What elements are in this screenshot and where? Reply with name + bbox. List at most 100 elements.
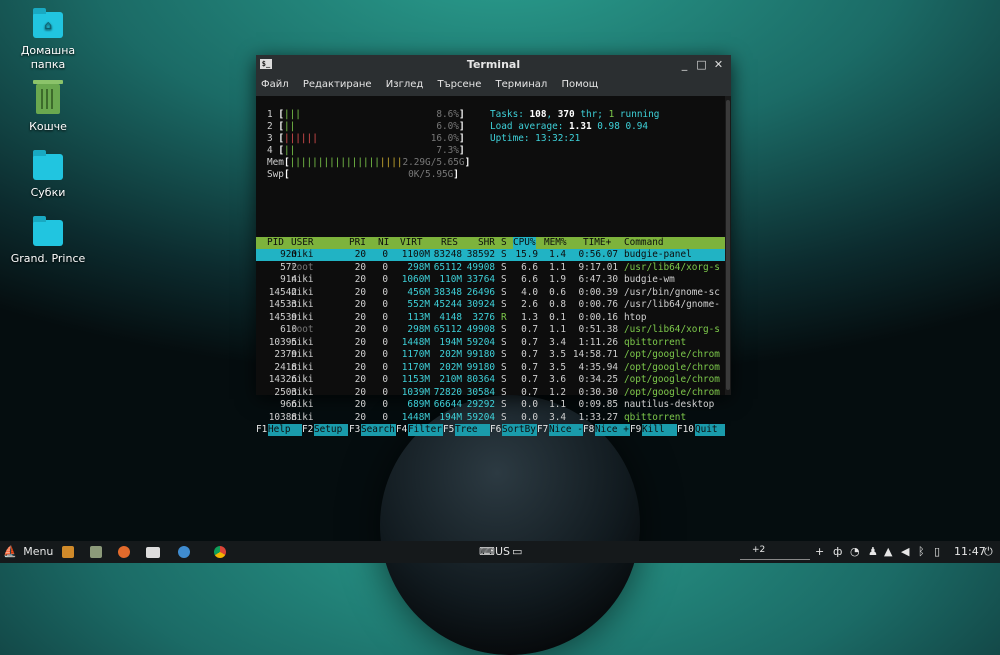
desktop-icon-grand-prince[interactable]: Grand. Prince (8, 216, 88, 266)
keyboard-icon[interactable]: ⌨ (479, 541, 495, 563)
col-ni[interactable]: NI (378, 237, 389, 249)
alert-icon[interactable]: ▲ (884, 541, 892, 563)
terminal-content[interactable]: 1 [||| 8.6%] 2 [|| 6.0%] 3 [|||||| 16.0%… (256, 96, 725, 436)
cell-pri: 20 (354, 274, 366, 285)
desktop-icon-subtitles[interactable]: Субки (8, 150, 88, 200)
cell-cpu: 0.7 (521, 336, 538, 348)
table-row[interactable]: 914 niki 20 0 1060M 110M 33764 S 6.6 1.9 6:47.30 bu… (256, 274, 725, 286)
desktop-icon-trash[interactable]: Кошче (8, 80, 88, 134)
notification-icon[interactable]: ♟ (868, 541, 878, 563)
cell-shr: 49908 (466, 324, 495, 335)
cell-res: 83248 (433, 249, 462, 260)
menu-help[interactable]: Помощ (561, 79, 598, 90)
fkey-filter[interactable]: Filter (408, 424, 443, 436)
fkey-setup[interactable]: Setup (314, 424, 348, 436)
cell-ni: 0 (382, 299, 388, 310)
table-row[interactable]: 10388 niki 20 0 1448M 194M 59204 S 0.0 3.4 1:33.27… (256, 412, 725, 424)
table-row[interactable]: 10395 niki 20 0 1448M 194M 59204 S 0.7 3.4 1:11.26… (256, 337, 725, 349)
sailboat-icon: ⛵ (3, 545, 17, 558)
table-row[interactable]: 966 niki 20 0 689M 66644 29292 S 0.0 1.1 0:09.85 na… (256, 399, 725, 411)
col-shr[interactable]: SHR (478, 237, 495, 249)
maximize-button[interactable]: □ (693, 55, 710, 74)
menu-view[interactable]: Изглед (386, 79, 424, 90)
fkey-f2: F2 (302, 424, 314, 435)
table-row[interactable]: 2379 niki 20 0 1170M 202M 99180 S 0.7 3.5 14:58.71… (256, 349, 725, 361)
col-user[interactable]: USER (291, 237, 314, 249)
col-virt[interactable]: VIRT (400, 237, 423, 249)
table-row[interactable]: 2503 niki 20 0 1039M 72820 30584 S 0.7 1.2 0:30.30… (256, 387, 725, 399)
cell-user: niki (291, 374, 314, 385)
table-row[interactable]: 920 niki 20 0 1100M 83248 38592 S 15.9 1.4 0:56.07… (256, 249, 725, 261)
chrome-icon[interactable] (214, 541, 226, 563)
table-row[interactable]: 14533 niki 20 0 552M 45244 30924 S 2.6 0.8 0:00.76… (256, 299, 725, 311)
fkey-sortby[interactable]: SortBy (502, 424, 537, 436)
cell-virt: 1060M (401, 274, 430, 285)
table-row[interactable]: 14539 niki 20 0 113M 4148 3276 R 1.3 0.1 0:00.16 ht… (256, 312, 725, 324)
cell-user: root (291, 261, 314, 273)
cell-mem: 1.2 (549, 386, 566, 398)
menu-edit[interactable]: Редактиране (303, 79, 372, 90)
network-icon[interactable]: ф (833, 541, 842, 563)
download-icon[interactable] (62, 541, 74, 563)
col-cpu[interactable]: CPU% (513, 237, 536, 249)
fkey-nice-minus[interactable]: Nice - (549, 424, 583, 436)
table-row[interactable]: 14542 niki 20 0 456M 38348 26496 S 4.0 0.6 0:00.39… (256, 287, 725, 299)
workspace-switcher[interactable]: +2 (740, 541, 810, 560)
col-pri[interactable]: PRI (349, 237, 366, 249)
cell-time: 0:00.39 (578, 286, 618, 298)
cell-ni: 0 (382, 311, 388, 323)
menu-button[interactable]: ⛵ Menu (3, 541, 53, 563)
cell-time: 0:56.07 (578, 249, 618, 260)
table-row[interactable]: 572 root 20 0 298M 65112 49908 S 6.6 1.1 9:17.01/u… (256, 262, 725, 274)
terminal-taskbar-icon[interactable] (146, 541, 160, 563)
volume-icon[interactable]: ◀ (901, 541, 909, 563)
add-workspace-button[interactable]: + (815, 541, 824, 563)
mem-meter: Mem[||||||||||||||||||||2.29G/5.65G] (267, 157, 471, 168)
menu-search[interactable]: Търсене (437, 79, 481, 90)
fkey-kill[interactable]: Kill (642, 424, 677, 436)
clock[interactable]: 11:47 (954, 541, 986, 563)
table-row[interactable]: 2418 niki 20 0 1170M 202M 99180 S 0.7 3.5 4:35.94/… (256, 362, 725, 374)
qbittorrent-icon[interactable] (178, 541, 190, 563)
terminal-window[interactable]: $_ Terminal _ □ ✕ Файл Редактиране Изглед … (256, 55, 731, 436)
close-button[interactable]: ✕ (710, 55, 727, 74)
desktop-icon-label: Домашна папка (20, 44, 76, 71)
files-app-icon[interactable] (90, 541, 102, 563)
cell-shr: 99180 (466, 361, 495, 373)
menu-terminal[interactable]: Терминал (496, 79, 548, 90)
table-row[interactable]: 14326 niki 20 0 1153M 210M 80364 S 0.7 3.6 0:34.25… (256, 374, 725, 386)
firefox-icon[interactable] (118, 541, 130, 563)
cell-mem: 1.1 (549, 324, 566, 335)
cell-ni: 0 (382, 324, 388, 335)
cell-time: 4:35.94 (578, 361, 618, 373)
col-pid[interactable]: PID (267, 237, 284, 249)
fkey-search[interactable]: Search (361, 424, 396, 436)
col-state[interactable]: S (501, 237, 507, 249)
menu-label: Menu (23, 545, 54, 558)
fkey-help[interactable]: Help (268, 424, 302, 436)
minimize-button[interactable]: _ (676, 55, 693, 74)
title-bar[interactable]: $_ Terminal _ □ ✕ (256, 55, 731, 74)
wifi-icon[interactable]: ◔ (850, 541, 860, 563)
cell-cpu: 0.0 (521, 411, 538, 423)
table-row[interactable]: 610 root 20 0 298M 65112 49908 S 0.7 1.1 0:51.38/u… (256, 324, 725, 336)
col-mem[interactable]: MEM% (544, 237, 567, 249)
bluetooth-icon[interactable]: ᛒ (918, 541, 925, 563)
battery-icon[interactable]: ▯ (934, 541, 940, 563)
fkey-quit[interactable]: Quit (695, 424, 725, 436)
col-time[interactable]: TIME+ (583, 237, 611, 249)
keyboard-layout[interactable]: US (495, 541, 510, 563)
fkey-tree[interactable]: Tree (455, 424, 490, 436)
fkey-nice-plus[interactable]: Nice + (595, 424, 630, 436)
col-res[interactable]: RES (441, 237, 458, 249)
scrollbar[interactable] (725, 96, 731, 395)
fkey-f4: F4 (396, 424, 408, 435)
keyboard-toggle-icon[interactable]: ▭ (512, 541, 522, 563)
scrollbar-thumb[interactable] (726, 100, 730, 390)
power-icon[interactable]: ⏻ (984, 541, 993, 563)
cell-s: S (501, 261, 507, 273)
cell-shr: 29292 (466, 399, 495, 410)
desktop-icon-home[interactable]: ⌂ Домашна папка (8, 8, 88, 72)
menu-file[interactable]: Файл (261, 79, 289, 90)
col-command[interactable]: Command (624, 237, 664, 249)
